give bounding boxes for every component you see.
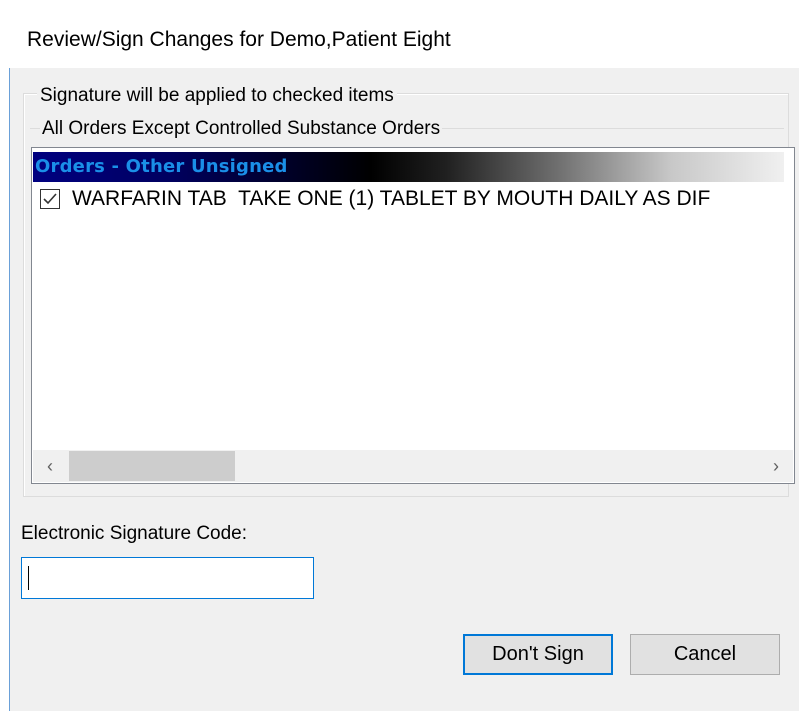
esig-code-input[interactable] (21, 557, 314, 599)
title-bar: Review/Sign Changes for Demo,Patient Eig… (0, 0, 799, 68)
horizontal-scrollbar[interactable]: ‹ › (33, 450, 793, 482)
scrollbar-thumb[interactable] (69, 451, 235, 481)
esig-code-label: Electronic Signature Code: (21, 523, 248, 544)
checkmark-icon (43, 193, 57, 205)
review-sign-dialog: Review/Sign Changes for Demo,Patient Eig… (0, 0, 799, 711)
cancel-button[interactable]: Cancel (630, 634, 780, 675)
orders-category-header-label: Orders - Other Unsigned (35, 156, 288, 177)
order-checkbox[interactable] (40, 189, 60, 209)
scroll-right-arrow-icon[interactable]: › (759, 450, 793, 482)
text-caret (28, 566, 29, 590)
dialog-client-area: Signature will be applied to checked ite… (9, 68, 799, 711)
dont-sign-button[interactable]: Don't Sign (463, 634, 613, 675)
scroll-left-arrow-icon[interactable]: ‹ (33, 450, 67, 482)
order-item-text: WARFARIN TAB TAKE ONE (1) TABLET BY MOUT… (72, 187, 711, 210)
window-title: Review/Sign Changes for Demo,Patient Eig… (27, 28, 451, 51)
order-list-item[interactable]: WARFARIN TAB TAKE ONE (1) TABLET BY MOUT… (38, 184, 794, 214)
orders-listbox[interactable]: Orders - Other Unsigned WARFARIN TAB TAK… (31, 147, 795, 484)
signature-group-legend: Signature will be applied to checked ite… (37, 85, 397, 107)
orders-subgroup-legend: All Orders Except Controlled Substance O… (40, 118, 443, 140)
orders-category-header: Orders - Other Unsigned (33, 152, 784, 182)
